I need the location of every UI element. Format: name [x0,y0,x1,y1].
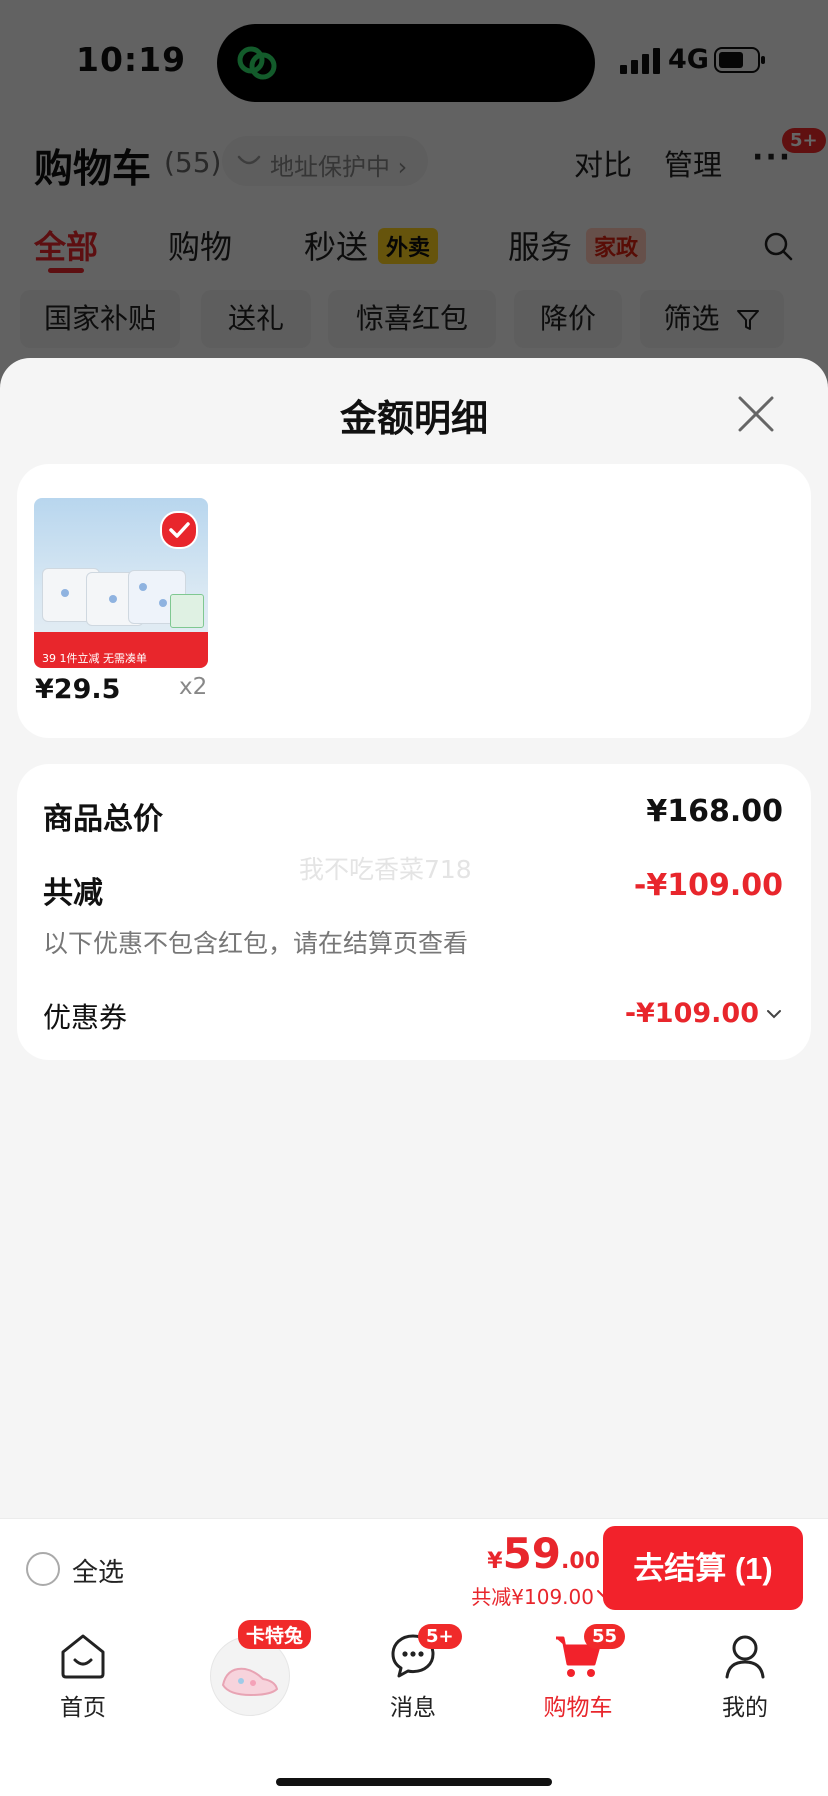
total-value: ¥168.00 [646,794,783,829]
tab-service[interactable]: 服务 [508,222,572,268]
tab-messages-label: 消息 [390,1695,436,1721]
cart-page-background: 10:19 4G 购物车 (55) 地址保护中 › 对比 管理 ··· 5+ 全… [0,0,828,360]
messages-badge: 5+ [418,1624,462,1649]
chip-price-drop[interactable]: 降价 [514,290,622,348]
total-price: ¥59.00 [487,1529,600,1578]
tab-shopping[interactable]: 购物 [168,222,232,268]
tab-home[interactable]: 首页 [28,1630,138,1722]
select-all-label[interactable]: 全选 [72,1552,124,1589]
status-bar: 10:19 4G [0,0,828,120]
app-link-icon [237,46,277,80]
smile-shield-icon [237,155,261,165]
chip-label: 筛选 [663,302,720,335]
promo-banner-text: 39 1件立减 无需凑单 [42,652,147,665]
tab-home-label: 首页 [60,1695,106,1721]
chip-red-packet[interactable]: 惊喜红包 [328,290,496,348]
chip-filter[interactable]: 筛选 [640,290,784,348]
express-tag: 外卖 [378,228,439,264]
service-tag: 家政 [586,228,647,264]
cart-badge: 55 [584,1624,626,1649]
promo-banner: 39 1件立减 无需凑单 [34,632,208,668]
select-all-checkbox[interactable] [26,1552,60,1586]
product-card: 39 1件立减 无需凑单 ¥29.5 x2 [17,464,811,738]
coupon-value[interactable]: -¥109.00 [625,998,759,1029]
discount-value: -¥109.00 [633,868,783,903]
price-integer: 59 [502,1529,562,1578]
dynamic-island [217,24,595,102]
total-saved[interactable]: 共减¥109.00 [471,1581,594,1610]
price-symbol: ¥ [487,1549,503,1574]
filter-icon [737,310,760,330]
page-title: 购物车 [34,147,152,192]
home-icon [61,1634,105,1679]
chip-label: 惊喜红包 [355,302,468,335]
sheet-title: 金额明细 [340,397,488,440]
product-price: ¥29.5 [35,674,121,705]
chip-label: 降价 [539,302,596,335]
tab-me[interactable]: 我的 [690,1630,800,1722]
home-indicator[interactable] [276,1778,552,1786]
discount-note: 以下优惠不包含红包，请在结算页查看 [43,929,469,958]
user-profile-icon [725,1635,765,1679]
signal-icon [620,48,660,74]
total-label: 商品总价 [43,802,163,837]
cart-count: (55) [164,146,222,179]
manage-button[interactable]: 管理 [664,142,722,184]
address-protection-pill[interactable]: 地址保护中 › [222,136,428,186]
search-icon[interactable] [762,230,794,262]
promo-tag: 卡特兔 [238,1620,312,1649]
chevron-down-icon[interactable] [765,1008,783,1020]
close-icon[interactable] [734,392,778,436]
more-badge: 5+ [782,128,826,153]
compare-button[interactable]: 对比 [574,142,632,184]
network-label: 4G [668,44,709,75]
chip-gift[interactable]: 送礼 [201,290,311,348]
checkout-button[interactable]: 去结算 (1) [603,1526,803,1610]
selected-check-icon [160,511,198,549]
tab-me-label: 我的 [722,1695,768,1721]
discount-label: 共减 [43,876,103,911]
status-time: 10:19 [76,40,187,79]
tab-all[interactable]: 全部 [34,222,98,268]
product-thumbnail[interactable]: 39 1件立减 无需凑单 [34,498,208,668]
chip-label: 送礼 [227,302,284,335]
package-image [170,594,204,628]
watermark: 我不吃香菜718 [299,855,472,884]
battery-icon [714,47,765,73]
address-protection-label: 地址保护中 › [270,153,408,181]
tab-cart-label: 购物车 [543,1695,613,1721]
product-quantity: x2 [179,674,208,700]
coupon-label[interactable]: 优惠券 [43,996,127,1036]
tab-active-indicator [48,268,84,273]
price-decimal: .00 [561,1549,600,1574]
chip-label: 国家补贴 [43,302,156,335]
bottom-tab-bar: 首页 卡特兔 消息 5+ 购物车 55 我的 [0,1616,828,1796]
amount-detail-sheet: 金额明细 39 1件立减 无需凑单 ¥29.5 x2 我不吃香菜718 商品总价… [0,358,828,1518]
price-summary-card: 我不吃香菜718 商品总价 ¥168.00 共减 -¥109.00 以下优惠不包… [17,764,811,1060]
tab-express[interactable]: 秒送 [304,222,368,268]
chip-national-subsidy[interactable]: 国家补贴 [20,290,180,348]
checkout-bar: 全选 ¥59.00 共减¥109.00 去结算 (1) [0,1518,828,1617]
